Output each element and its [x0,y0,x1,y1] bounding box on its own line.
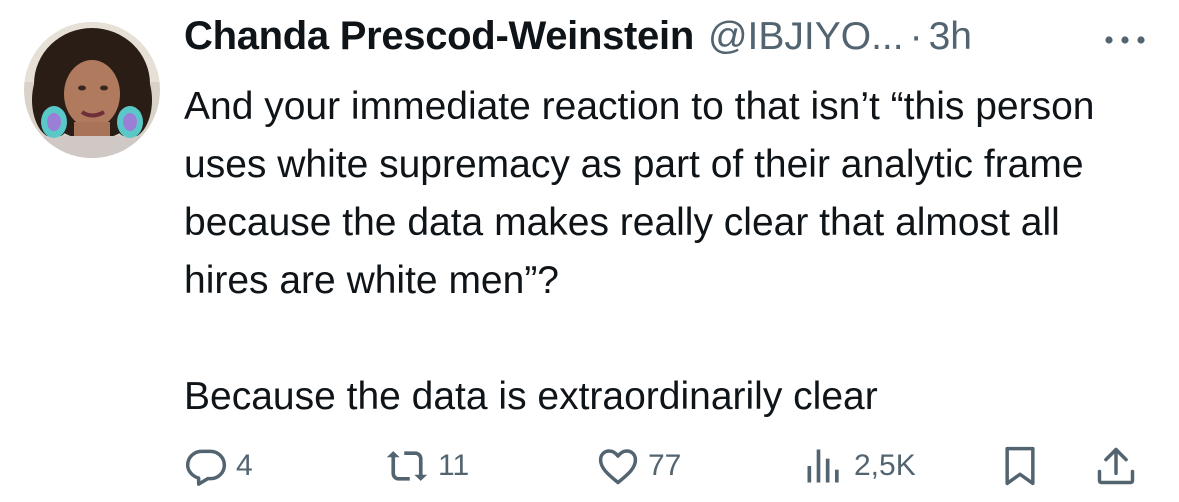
separator-dot: · [909,15,923,58]
retweet-count: 11 [438,449,470,482]
retweet-button[interactable]: 11 [384,440,469,492]
tweet-paragraph: Because the data is extraordinarily clea… [184,375,878,418]
bookmark-icon [1005,446,1035,486]
like-button[interactable]: 77 [596,440,681,492]
bookmark-button[interactable] [998,440,1042,492]
tweet-text: And your immediate reaction to that isn’… [184,78,1144,426]
reply-button[interactable]: 4 [184,440,253,492]
reply-count: 4 [236,449,253,482]
tweet-timestamp[interactable]: 3h [929,15,972,59]
more-options-button[interactable] [1095,20,1155,60]
author-name[interactable]: Chanda Prescod-Weinstein [184,14,694,59]
tweet-actions: 4 11 77 2,5K [184,440,1144,492]
tweet-header: Chanda Prescod-Weinstein @IBJIYO... · 3h [184,14,972,70]
avatar-image [24,22,160,158]
tweet-paragraph: And your immediate reaction to that isn’… [184,85,1095,302]
retweet-icon [386,451,428,481]
heart-icon [598,449,638,485]
share-icon [1097,447,1135,485]
reply-icon [185,449,227,486]
avatar[interactable] [24,22,160,158]
tweet[interactable]: Chanda Prescod-Weinstein @IBJIYO... · 3h… [0,0,1179,502]
more-horizontal-icon [1105,36,1145,44]
share-button[interactable] [1094,440,1138,492]
views-count: 2,5K [854,449,916,482]
like-count: 77 [648,449,682,482]
views-button[interactable]: 2,5K [802,440,916,492]
author-handle[interactable]: @IBJIYO... [708,15,904,59]
views-chart-icon [807,449,839,483]
